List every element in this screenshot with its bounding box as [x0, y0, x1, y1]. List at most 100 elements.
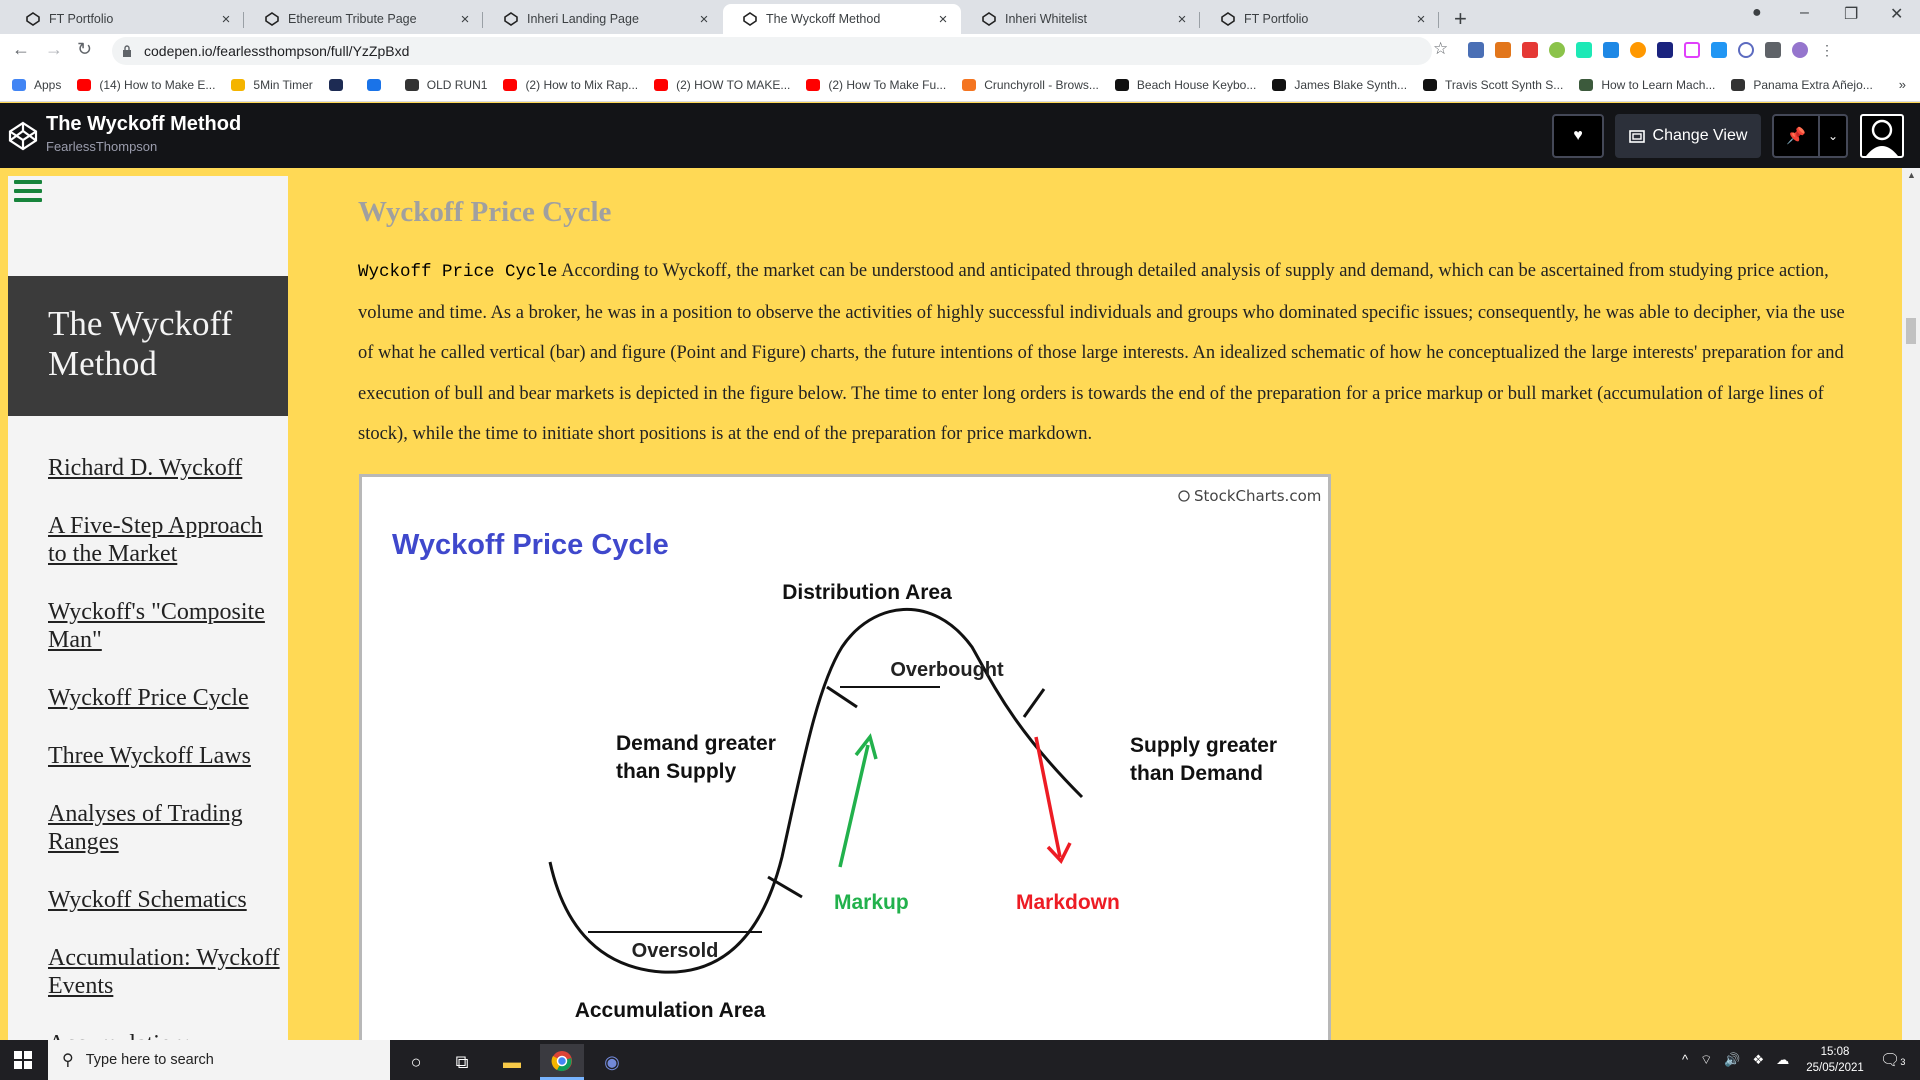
pen-author[interactable]: FearlessThompson	[46, 139, 157, 154]
page-scrollbar[interactable]: ▲	[1902, 168, 1920, 1040]
code-extension-icon[interactable]	[1684, 42, 1700, 58]
tab-inheri-whitelist[interactable]: Inheri Whitelist ×	[962, 4, 1200, 34]
discord-icon[interactable]: ◉	[590, 1044, 634, 1080]
tab-title: Ethereum Tribute Page	[288, 12, 417, 26]
change-view-button[interactable]: Change View	[1615, 114, 1761, 158]
sidebar-link-accumulation[interactable]: Accumulation:	[48, 1030, 283, 1040]
supply-label-line-2: than Demand	[1130, 762, 1263, 785]
bookmark-item[interactable]: Beach House Keybo...	[1114, 77, 1257, 92]
sidebar-link-three-laws[interactable]: Three Wyckoff Laws	[48, 742, 283, 770]
windows-start-icon[interactable]	[14, 1051, 32, 1069]
extension-icon[interactable]	[1738, 42, 1754, 58]
bookmark-item[interactable]: (2) How to Mix Rap...	[503, 78, 638, 92]
extension-icon[interactable]	[1711, 42, 1727, 58]
network-icon[interactable]: ⌔	[1700, 1052, 1712, 1068]
tab-close-icon[interactable]: ×	[218, 11, 234, 28]
extension-icon[interactable]	[1468, 42, 1484, 58]
extension-icon[interactable]	[1630, 42, 1646, 58]
bookmark-icon	[1731, 78, 1746, 91]
notification-icon[interactable]: 🗨3	[1880, 1050, 1905, 1070]
taskbar-search[interactable]: ⚲ Type here to search	[48, 1040, 390, 1080]
extension-icon[interactable]	[1522, 42, 1538, 58]
metamask-icon[interactable]	[1495, 42, 1511, 58]
tab-ft-portfolio[interactable]: FT Portfolio ×	[6, 4, 244, 34]
sidebar-link-trading-ranges[interactable]: Analyses of Trading Ranges	[48, 800, 283, 856]
extension-icon[interactable]	[1657, 42, 1673, 58]
sidebar-link-schematics[interactable]: Wyckoff Schematics	[48, 886, 283, 914]
user-avatar[interactable]	[1860, 114, 1904, 158]
reload-icon[interactable]: ↻	[77, 39, 92, 60]
pin-button[interactable]: 📌	[1772, 114, 1820, 158]
puzzle-icon[interactable]	[1765, 42, 1781, 58]
bookmark-item[interactable]: Travis Scott Synth S...	[1423, 78, 1563, 92]
bookmark-item[interactable]: (14) How to Make E...	[77, 78, 215, 92]
back-icon[interactable]: ←	[12, 39, 30, 60]
bookmark-item[interactable]: (2) How To Make Fu...	[806, 78, 946, 92]
sidebar-title: The Wyckoff Method	[8, 276, 288, 416]
tab-close-icon[interactable]: ×	[1413, 11, 1429, 28]
sidebar-link-richard-wyckoff[interactable]: Richard D. Wyckoff	[48, 454, 283, 482]
bookmark-item[interactable]	[366, 78, 389, 91]
tab-close-icon[interactable]: ×	[935, 11, 951, 28]
bookmark-item[interactable]: How to Learn Mach...	[1579, 78, 1715, 92]
chrome-taskbar-icon[interactable]	[540, 1044, 584, 1080]
file-explorer-icon[interactable]: ▬	[490, 1044, 534, 1080]
bookmark-item[interactable]: OLD RUN1	[404, 78, 487, 92]
new-tab-button[interactable]: +	[1454, 6, 1467, 32]
pin-dropdown-button[interactable]: ⌄	[1820, 114, 1848, 158]
heart-button[interactable]: ♥	[1552, 114, 1604, 158]
tab-close-icon[interactable]: ×	[457, 11, 473, 28]
bookmark-item[interactable]: 5Min Timer	[231, 78, 313, 92]
close-window-icon[interactable]: ✕	[1890, 4, 1903, 24]
address-bar[interactable]: codepen.io/fearlessthompson/full/YzZpBxd	[112, 37, 1432, 65]
tab-close-icon[interactable]: ×	[696, 11, 712, 28]
code-label: Wyckoff Price Cycle	[358, 262, 558, 282]
download-extension-icon[interactable]	[1603, 42, 1619, 58]
sidebar-link-accumulation-events[interactable]: Accumulation: Wyckoff Events	[48, 944, 283, 1000]
minimize-icon[interactable]: –	[1800, 4, 1809, 22]
codepen-logo-icon[interactable]	[8, 121, 38, 151]
taskbar-clock[interactable]: 15:08 25/05/2021	[1800, 1044, 1870, 1076]
oversold-label: Oversold	[632, 940, 719, 962]
kebab-menu-icon[interactable]: ⋮	[1819, 42, 1835, 58]
scroll-thumb[interactable]	[1906, 318, 1916, 344]
extension-icon[interactable]	[1549, 42, 1565, 58]
sidebar-link-five-step[interactable]: A Five-Step Approach to the Market	[48, 512, 283, 568]
sidebar-nav: Richard D. Wyckoff A Five-Step Approach …	[48, 454, 283, 1040]
avatar[interactable]	[1792, 42, 1808, 58]
volume-icon[interactable]: 🔊	[1724, 1052, 1740, 1068]
bookmark-icon	[12, 78, 26, 91]
bookmark-icon	[404, 78, 419, 91]
restore-icon[interactable]: ❐	[1844, 4, 1858, 24]
profile-menu-icon[interactable]: ●	[1752, 4, 1762, 22]
sidebar-link-price-cycle[interactable]: Wyckoff Price Cycle	[48, 684, 283, 712]
tab-close-icon[interactable]: ×	[1174, 11, 1190, 28]
bookmarks-overflow-icon[interactable]: »	[1899, 77, 1906, 92]
bookmark-item[interactable]	[328, 78, 351, 91]
task-view-icon[interactable]: ⧉	[440, 1044, 484, 1080]
dropbox-icon[interactable]: ❖	[1753, 1052, 1765, 1068]
tab-wyckoff-method[interactable]: The Wyckoff Method ×	[723, 4, 961, 34]
cortana-icon[interactable]: ○	[394, 1044, 438, 1080]
bookmark-item[interactable]: Panama Extra Añejo...	[1731, 78, 1873, 92]
sidebar-link-composite-man[interactable]: Wyckoff's "Composite Man"	[48, 598, 283, 654]
overbought-label: Overbought	[890, 659, 1004, 681]
chevron-up-icon[interactable]: ^	[1682, 1052, 1688, 1068]
bookmark-label: Beach House Keybo...	[1136, 77, 1257, 92]
onedrive-icon[interactable]: ☁	[1776, 1052, 1789, 1068]
forward-icon[interactable]: →	[45, 39, 63, 60]
markdown-arrow	[1034, 736, 1062, 858]
bookmark-item[interactable]: Crunchyroll - Brows...	[962, 78, 1099, 92]
scroll-up-icon[interactable]: ▲	[1907, 170, 1916, 180]
bookmark-star-icon[interactable]: ☆	[1433, 39, 1448, 59]
bookmark-item[interactable]: (2) HOW TO MAKE...	[654, 78, 790, 92]
tab-ft-portfolio-2[interactable]: FT Portfolio ×	[1201, 4, 1439, 34]
extension-icon[interactable]	[1576, 42, 1592, 58]
tab-inheri-landing[interactable]: Inheri Landing Page ×	[484, 4, 722, 34]
lock-icon	[123, 45, 131, 57]
tab-ethereum-tribute[interactable]: Ethereum Tribute Page ×	[245, 4, 483, 34]
bookmark-item[interactable]: Apps	[12, 78, 61, 92]
bookmarks-bar: Apps (14) How to Make E... 5Min Timer OLD R…	[0, 68, 1920, 102]
bookmark-item[interactable]: James Blake Synth...	[1272, 78, 1407, 92]
hamburger-menu-icon[interactable]	[14, 180, 42, 202]
